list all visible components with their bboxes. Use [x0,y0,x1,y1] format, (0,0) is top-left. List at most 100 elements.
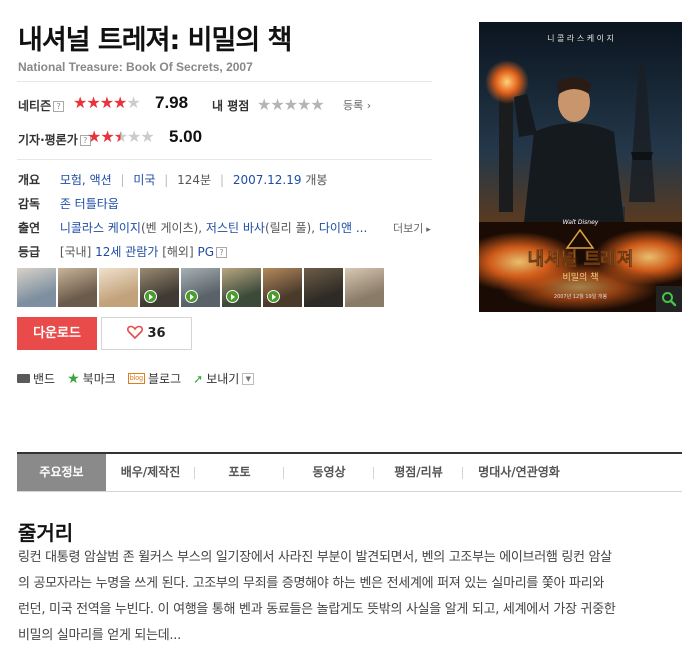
like-button[interactable]: 36 [101,317,192,350]
poster-subtitle-text: 비밀의 책 [563,271,599,283]
poster-title-text: 내셔널 트레져 [528,249,634,270]
netizen-rating-label: 네티즌? [18,97,65,114]
star-icon: ★ [113,93,127,112]
star-icon: ★ [127,127,141,146]
synopsis-line: 링컨 대통령 암살범 존 윌커스 부스의 일기장에서 사라진 부분이 발견되면서… [18,550,612,565]
video-thumbnail[interactable] [263,268,302,307]
photo-thumbnail[interactable] [345,268,384,307]
heart-icon [127,325,144,340]
play-icon [267,290,280,303]
blog-icon: blog [127,373,146,384]
poster-date-text: 2007년 12월 19일 개봉 [554,293,608,300]
star-icon: ★ [140,127,154,146]
video-thumbnail[interactable] [140,268,179,307]
tab-label: 평점/리뷰 [394,465,443,479]
runtime: 124분 [177,173,212,187]
release-date-link[interactable]: 2007.12.19 [233,173,302,187]
cast-link[interactable]: 니콜라스 케이지 [60,221,141,235]
grade-domestic-prefix: [국내] [59,245,92,259]
netizen-label-text: 네티즌 [18,99,52,113]
grade-label: 등급 [18,245,41,259]
photo-thumbnail[interactable] [58,268,97,307]
director-row: 감독 존 터틀타웁 [18,195,119,212]
release-suffix: 개봉 [305,173,328,187]
send-button[interactable]: ➚ 보내기 ▼ [193,370,255,387]
band-icon [17,374,30,383]
play-icon [226,290,239,303]
director-link[interactable]: 존 터틀타웁 [60,197,119,211]
movie-title: 내셔널 트레져: 비밀의 책 [18,25,292,56]
bookmark-button[interactable]: ★ 북마크 [67,370,116,387]
help-icon[interactable]: ? [216,247,228,258]
cast-role: (벤 게이츠) [140,221,199,235]
movie-poster[interactable]: 니 콜 라 스 케 이 지 Walt Disney 내셔널 트레져 비밀의 책 … [479,22,682,312]
cast-link[interactable]: 다이앤 ... [319,221,367,235]
tab-4[interactable]: 평점/리뷰 [374,454,463,491]
chevron-right-icon: › [363,99,372,112]
bookmark-label: 북마크 [82,372,116,386]
send-arrow-icon: ➚ [193,371,204,386]
help-icon[interactable]: ? [53,101,65,112]
my-rating-label: 내 평점 [212,99,250,113]
cast-link[interactable]: 저스틴 바사 [206,221,265,235]
tab-label: 배우/제작진 [120,465,181,479]
netizen-score: 7.98 [155,93,189,112]
grade-domestic[interactable]: 12세 관람가 [95,245,158,259]
synopsis-line: 런던, 미국 전역을 누빈다. 이 여행을 통해 벤과 동료들은 놀랍게도 뜻밖… [18,602,616,617]
tab-0[interactable]: 주요정보 [17,454,106,491]
tab-5[interactable]: 명대사/연관영화 [463,454,575,491]
genre-link[interactable]: 액션 [90,173,112,187]
share-band-label: 밴드 [33,372,56,386]
video-thumbnail[interactable] [222,268,261,307]
chevron-down-icon[interactable]: ▼ [242,372,255,385]
share-band-button[interactable]: 밴드 [17,370,55,387]
critic-rating-label: 기자·평론가? [18,131,91,148]
photo-thumbnail[interactable] [17,268,56,307]
synopsis-heading: 줄거리 [18,521,74,545]
movie-original-title: National Treasure: Book Of Secrets, 2007 [18,60,253,74]
zoom-poster-button[interactable] [656,286,682,312]
overview-label: 개요 [18,173,41,187]
tab-label: 포토 [228,465,251,479]
tab-3[interactable]: 동영상 [284,454,374,491]
grade-row: 등급 [국내] 12세 관람가 [해외] PG? [18,243,228,260]
star-icon: ★ [73,93,87,112]
poster-top-text: 니 콜 라 스 케 이 지 [547,33,614,43]
more-text: 더보기 [393,222,424,235]
tab-1[interactable]: 배우/제작진 [106,454,195,491]
cast-more-link[interactable]: 더보기 ▸ [389,220,431,236]
content-tabs: 주요정보 배우/제작진 포토 동영상 평점/리뷰 명대사/연관영화 [17,452,682,492]
star-half-icon: ★ [113,127,128,146]
download-button[interactable]: 다운로드 [17,317,97,350]
cast-role: (릴리 풀) [264,221,312,235]
share-bar: 밴드 ★ 북마크 blog 블로그 ➚ 보내기 ▼ [17,370,255,387]
cast-row: 출연 니콜라스 케이지(벤 게이츠), 저스틴 바사(릴리 풀), 다이앤 ..… [18,221,368,235]
critic-stars: ★★★★★ [87,127,155,146]
photo-thumbnail[interactable] [304,268,343,307]
divider [17,159,432,160]
share-blog-button[interactable]: blog 블로그 [127,370,182,387]
overview-row: 개요 모험, 액션 | 미국 | 124분 | 2007.12.19 개봉 [18,173,328,187]
poster-brand-text: Walt Disney [563,219,599,226]
chevron-right-icon: ▸ [423,225,431,235]
photo-thumbnail[interactable] [99,268,138,307]
synopsis-line: 의 공모자라는 누명을 쓰게 된다. 고조부의 무죄를 증명해야 하는 벤은 전… [18,576,605,591]
star-icon: ★ [86,93,100,112]
tab-label: 동영상 [312,465,346,479]
star-icon: ★ [126,93,140,112]
my-rating-stars[interactable]: ★★★★★ [257,95,325,114]
share-blog-label: 블로그 [148,372,182,386]
grade-foreign[interactable]: PG [197,245,214,259]
register-text: 등록 [343,99,364,112]
video-thumbnail[interactable] [181,268,220,307]
divider [17,81,432,82]
country-link[interactable]: 미국 [133,173,155,187]
poster-image: 니 콜 라 스 케 이 지 Walt Disney 내셔널 트레져 비밀의 책 … [479,22,682,312]
director-label: 감독 [18,197,41,211]
like-count: 36 [147,326,166,341]
star-icon: ★ [99,93,114,112]
genre-link[interactable]: 모험 [60,173,82,187]
tab-2[interactable]: 포토 [195,454,284,491]
register-rating-link[interactable]: 등록 › [343,97,371,113]
synopsis-text: 링컨 대통령 암살범 존 윌커스 부스의 일기장에서 사라진 부분이 발견되면서… [18,545,682,649]
